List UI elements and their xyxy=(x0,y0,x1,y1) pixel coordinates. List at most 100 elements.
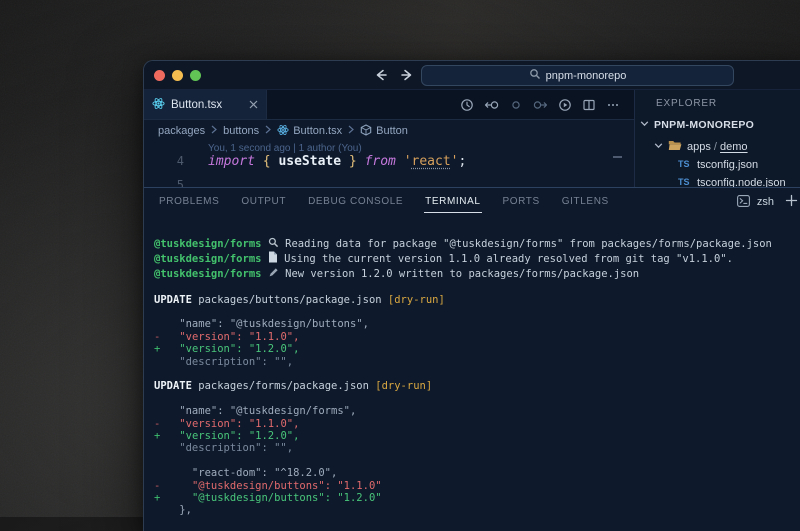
tab-label: Button.tsx xyxy=(171,99,222,111)
react-icon xyxy=(152,97,165,113)
terminal-icon xyxy=(737,195,750,210)
breadcrumb-item-symbol[interactable]: Button xyxy=(360,124,408,139)
line-number: 4 xyxy=(144,154,184,169)
breadcrumb: packages buttons xyxy=(144,120,634,142)
terminal-line xyxy=(154,281,800,293)
terminal-line: "name": "@tuskdesign/forms", xyxy=(154,405,800,417)
breadcrumb-item-buttons[interactable]: buttons xyxy=(223,125,259,137)
text-segment xyxy=(255,154,263,169)
text-segment: "version": "1.2.0", xyxy=(179,430,299,442)
terminal-line: UPDATE packages/forms/package.json [dry-… xyxy=(154,380,800,392)
tab-button-tsx[interactable]: Button.tsx xyxy=(144,90,267,119)
text-segment: "react-dom": "^18.2.0", xyxy=(154,467,337,479)
close-window-button[interactable] xyxy=(154,70,165,81)
desktop-background: { "window": { "titlebar": { "search_valu… xyxy=(0,0,800,517)
explorer-sidebar: EXPLORER PNPM-MONOREPO apps / demo TS ts… xyxy=(634,90,800,188)
chevron-down-icon xyxy=(654,141,663,153)
forward-button[interactable] xyxy=(400,66,416,84)
back-button[interactable] xyxy=(372,66,388,84)
pencil-icon xyxy=(268,267,279,281)
breadcrumb-separator xyxy=(348,125,354,137)
text-segment: ' xyxy=(451,154,459,169)
terminal-line: + "version": "1.2.0", xyxy=(154,430,800,442)
panel-tab-gitlens[interactable]: GITLENS xyxy=(551,188,620,216)
tab-bar: Button.tsx xyxy=(144,90,634,120)
tree-item-label: tsconfig.json xyxy=(697,159,758,171)
tree-item-apps-demo[interactable]: apps / demo xyxy=(654,140,748,154)
prev-change-icon[interactable] xyxy=(484,98,499,112)
terminal-line xyxy=(154,368,800,380)
ts-icon: TS xyxy=(678,158,692,172)
breadcrumb-item-file[interactable]: Button.tsx xyxy=(277,124,342,139)
blame-annotation: You, 1 second ago | 1 author (You) xyxy=(208,143,362,154)
terminal-line: @tuskdesign/forms New version 1.2.0 writ… xyxy=(154,267,800,281)
svg-text:TS: TS xyxy=(678,159,690,169)
text-segment: - xyxy=(154,331,179,343)
timeline-icon[interactable] xyxy=(460,98,474,112)
text-segment: "description": "", xyxy=(154,442,293,454)
more-actions-icon[interactable] xyxy=(606,98,620,112)
text-segment: [dry-run] xyxy=(388,294,445,306)
plus-icon xyxy=(785,194,798,207)
code-text: import { useState } from 'react'; xyxy=(184,154,466,169)
text-segment: New version 1.2.0 written to packages/fo… xyxy=(279,268,639,280)
breadcrumb-separator xyxy=(211,125,217,137)
next-change-icon[interactable] xyxy=(533,98,548,112)
panel-tab-problems[interactable]: PROBLEMS xyxy=(148,188,230,216)
code-line: 4 import { useState } from 'react'; xyxy=(144,154,634,169)
tree-item-label: apps / demo xyxy=(687,141,748,153)
tree-item-tsconfig[interactable]: TS tsconfig.json xyxy=(678,158,758,172)
text-segment xyxy=(357,154,365,169)
minimize-window-button[interactable] xyxy=(172,70,183,81)
panel-tab-terminal[interactable]: TERMINAL xyxy=(414,188,491,216)
page-icon xyxy=(268,251,278,266)
app-window: pnpm-monorepo xyxy=(143,60,800,531)
search-icon xyxy=(529,68,541,83)
zoom-window-button[interactable] xyxy=(190,70,201,81)
terminal-line: "description": "", xyxy=(154,356,800,368)
terminal-panel: PROBLEMS OUTPUT DEBUG CONSOLE TERMINAL P… xyxy=(144,187,800,531)
terminal-line xyxy=(154,393,800,405)
chevron-down-icon xyxy=(640,119,649,131)
circle-icon[interactable] xyxy=(509,98,523,112)
split-editor-icon[interactable] xyxy=(582,98,596,112)
editor[interactable]: You, 1 second ago | 1 author (You) 4 imp… xyxy=(144,142,634,188)
text-segment: useState xyxy=(278,154,341,169)
terminal-line: - "version": "1.1.0", xyxy=(154,418,800,430)
panel-tab-bar: PROBLEMS OUTPUT DEBUG CONSOLE TERMINAL P… xyxy=(144,188,800,216)
search-input[interactable]: pnpm-monorepo xyxy=(546,70,627,82)
text-segment: ; xyxy=(459,154,467,169)
text-segment: from xyxy=(365,154,396,169)
text-segment: "version": "1.1.0", xyxy=(179,331,299,343)
terminal-line: - "@tuskdesign/buttons": "1.1.0" xyxy=(154,480,800,492)
breadcrumb-separator xyxy=(265,125,271,137)
run-icon[interactable] xyxy=(558,98,572,112)
minimap[interactable] xyxy=(613,156,622,158)
text-segment: "version": "1.1.0", xyxy=(179,418,299,430)
panel-tab-ports[interactable]: PORTS xyxy=(492,188,551,216)
panel-tab-output[interactable]: OUTPUT xyxy=(230,188,297,216)
terminal-line: "description": "", xyxy=(154,442,800,454)
text-segment: Reading data for package "@tuskdesign/fo… xyxy=(279,238,772,250)
tab-close-icon[interactable] xyxy=(249,99,258,111)
terminal-line xyxy=(154,455,800,467)
titlebar[interactable]: pnpm-monorepo xyxy=(144,61,800,90)
text-segment: @tuskdesign/forms xyxy=(154,238,261,250)
terminal-line: @tuskdesign/forms Reading data for packa… xyxy=(154,237,800,251)
text-segment: } xyxy=(349,154,357,169)
text-segment: @tuskdesign/forms xyxy=(154,268,261,280)
panel-tab-debug-console[interactable]: DEBUG CONSOLE xyxy=(297,188,414,216)
magnifier-icon xyxy=(268,237,279,251)
shell-label: zsh xyxy=(757,196,774,208)
terminal-line: @tuskdesign/forms Using the current vers… xyxy=(154,251,800,266)
svg-text:TS: TS xyxy=(678,177,690,187)
terminal-line: - "version": "1.1.0", xyxy=(154,331,800,343)
tree-root-pnpm-monorepo[interactable]: PNPM-MONOREPO xyxy=(640,119,754,131)
breadcrumb-item-packages[interactable]: packages xyxy=(158,125,205,137)
terminal-shell-badge[interactable]: zsh xyxy=(737,194,798,210)
text-segment: react xyxy=(412,154,451,169)
new-terminal-button[interactable] xyxy=(785,194,798,210)
text-segment: [dry-run] xyxy=(375,380,432,392)
terminal-output[interactable]: @tuskdesign/forms Reading data for packa… xyxy=(144,216,800,517)
search-box[interactable]: pnpm-monorepo xyxy=(421,65,734,86)
